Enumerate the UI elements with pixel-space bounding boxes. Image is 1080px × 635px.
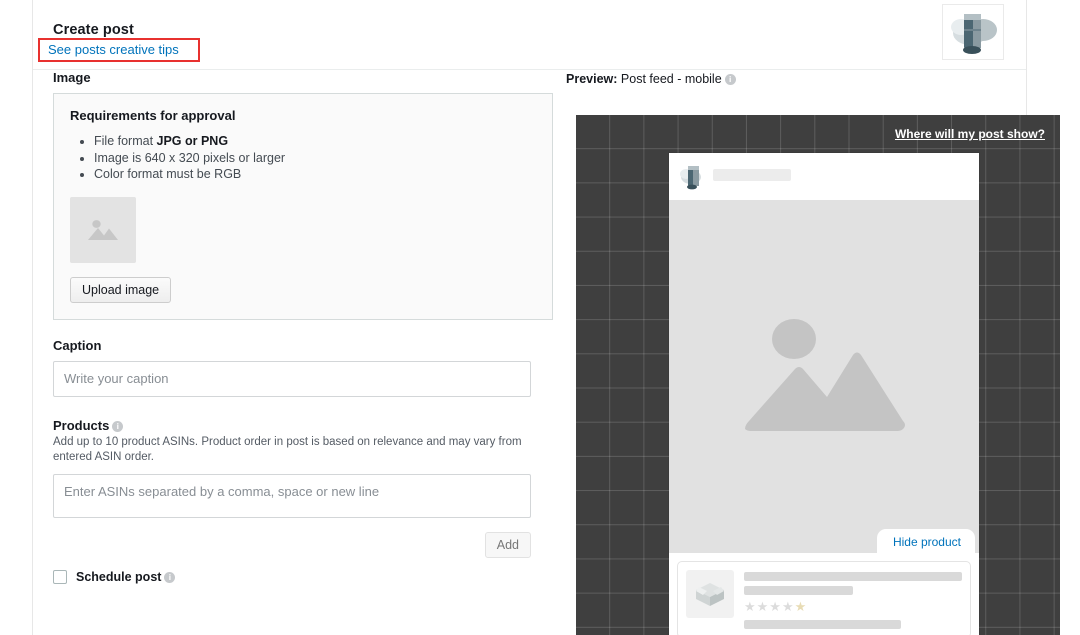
page-card: Create post See posts creative tips Imag… [32,0,1060,635]
stars-filled: ★★★★ [744,599,795,614]
product-text-skeletons: ★★★★★ [744,570,962,629]
schedule-post-label: Schedule post i [76,569,176,584]
caption-input[interactable] [53,360,531,397]
form-column: Image Requirements for approval File for… [53,70,553,584]
phone-brand-name-skeleton [713,169,791,181]
hide-product-link[interactable]: Hide product [876,529,975,553]
requirements-list: File format JPG or PNG Image is 640 x 32… [70,133,536,183]
preview-column: Preview: Post feed - mobile i Where will … [566,70,1060,635]
caption-field: Caption [53,338,553,402]
image-placeholder-icon [88,219,118,240]
skeleton-line [744,586,853,595]
add-button-row: Add [53,531,531,558]
product-thumbnail [686,570,734,618]
phone-preview-card: Hide product ★★★★★ [669,153,979,635]
requirement-item: Image is 640 x 320 pixels or larger [94,150,536,167]
preview-mode: Post feed - mobile [620,72,722,86]
requirement-strong: JPG or PNG [156,134,229,148]
info-icon[interactable]: i [112,420,124,432]
brand-logo [942,4,1004,60]
phone-brand-logo [677,161,709,191]
where-will-my-post-show-link[interactable]: Where will my post show? [895,127,1045,141]
product-star-rating: ★★★★★ [744,600,962,614]
schedule-post-row: Schedule post i [53,569,553,584]
phone-topbar [669,153,979,200]
requirement-item: File format JPG or PNG [94,133,536,150]
create-post-screen: Create post See posts creative tips Imag… [0,0,1080,635]
brand-logo-placeholder-icon [951,14,997,54]
requirements-box: Requirements for approval File format JP… [53,93,553,320]
requirement-text: Color format must be RGB [94,167,242,181]
products-help-text: Add up to 10 product ASINs. Product orde… [53,435,522,463]
brand-logo-placeholder-icon [680,166,701,190]
image-section-label: Image [53,70,91,85]
image-placeholder-thumb [70,196,136,263]
info-icon[interactable]: i [164,571,176,583]
star-last: ★ [794,599,808,614]
see-posts-creative-tips-link[interactable]: See posts creative tips [48,42,179,57]
products-field: Products i Add up to 10 product ASINs. Pr… [53,418,553,558]
phone-hero-image: Hide product [669,200,979,553]
add-asin-button[interactable]: Add [484,531,531,558]
skeleton-line [744,572,962,581]
open-box-icon [696,583,724,606]
requirement-item: Color format must be RGB [94,166,536,183]
requirements-title: Requirements for approval [70,108,236,123]
image-placeholder-icon [744,318,905,431]
requirement-text: Image is 640 x 320 pixels or larger [94,150,286,165]
preview-header: Preview: Post feed - mobile i [566,70,1026,110]
preview-label: Preview: [566,72,618,86]
caption-label: Caption [53,337,102,353]
requirement-text: File format [94,134,157,148]
skeleton-line [744,620,901,629]
body-columns: Image Requirements for approval File for… [33,70,1060,635]
products-label: Products i [53,418,553,433]
page-header: Create post See posts creative tips [33,0,1026,70]
schedule-post-label-text: Schedule post [76,569,162,584]
asin-input[interactable] [53,473,531,518]
phone-product-card: ★★★★★ [677,561,971,635]
page-title: Create post [53,22,134,38]
info-icon[interactable]: i [724,74,736,85]
schedule-post-checkbox[interactable] [53,569,67,584]
upload-image-button[interactable]: Upload image [70,276,172,303]
preview-stage: Where will my post show? Hide product ★★… [576,115,1060,635]
products-label-text: Products [53,417,110,433]
